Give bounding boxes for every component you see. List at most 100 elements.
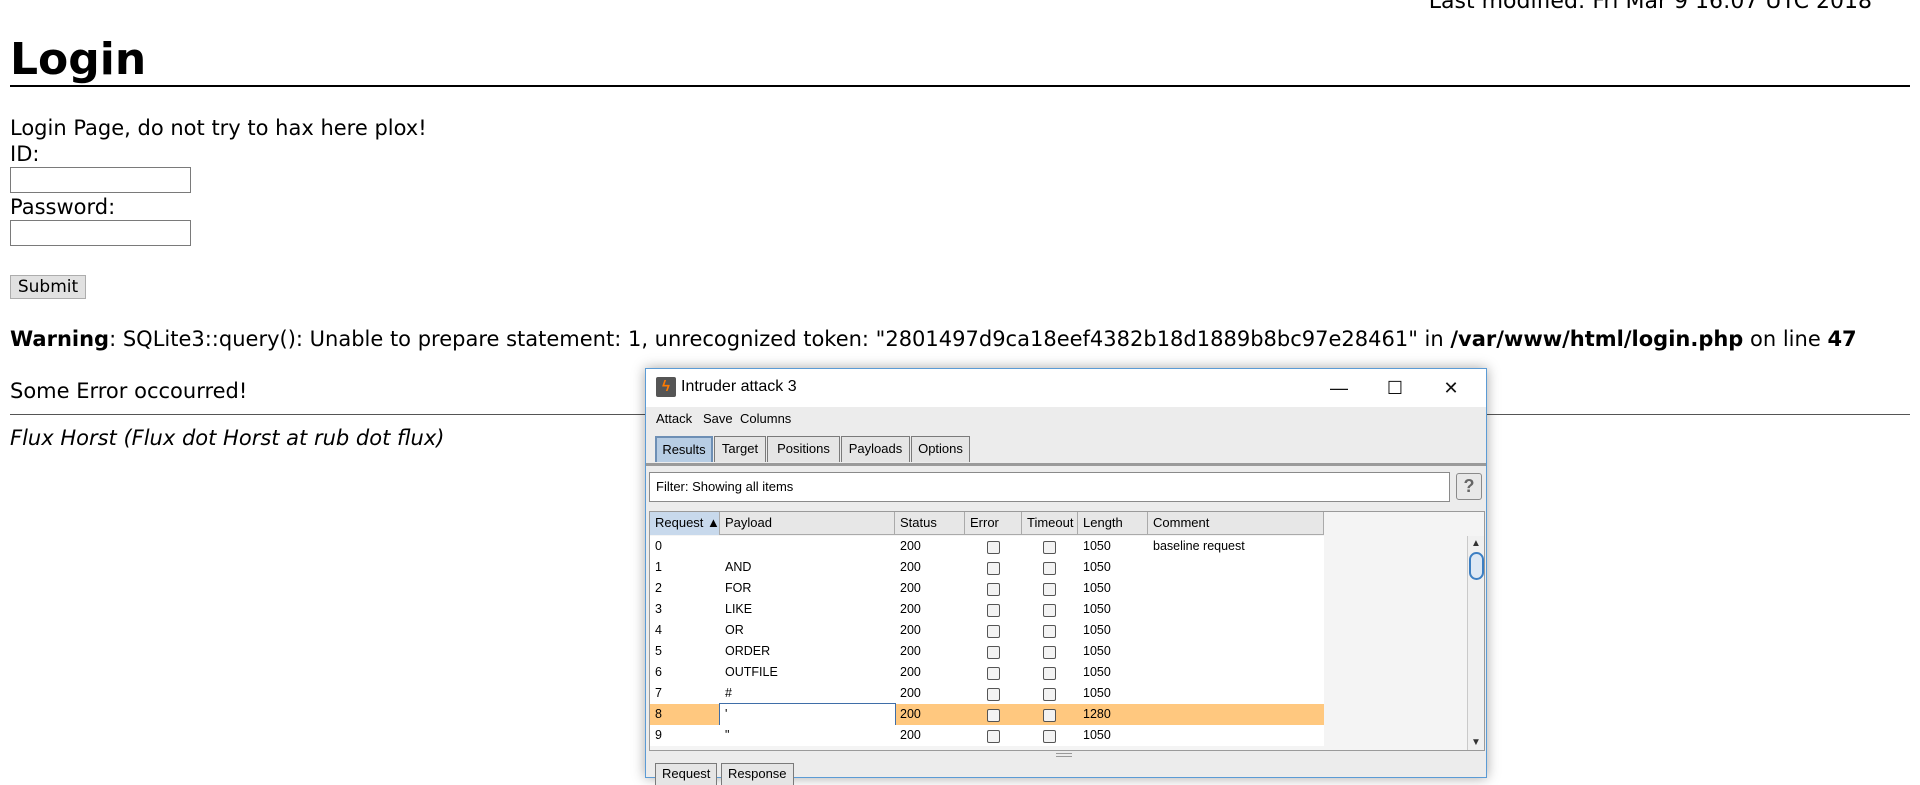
timeout-checkbox: [1043, 625, 1056, 638]
pane-splitter[interactable]: [1056, 753, 1072, 757]
cell-length: 1050: [1083, 560, 1111, 574]
menu-save[interactable]: Save: [703, 411, 733, 426]
cell-length: 1050: [1083, 539, 1111, 553]
column-length[interactable]: Length: [1078, 512, 1148, 535]
warning-line-number: 47: [1827, 327, 1857, 351]
minimize-icon[interactable]: —: [1310, 369, 1368, 407]
tab-options[interactable]: Options: [911, 436, 970, 462]
column-comment[interactable]: Comment: [1148, 512, 1324, 535]
error-checkbox: [987, 541, 1000, 554]
timeout-checkbox: [1043, 646, 1056, 659]
cell-length: 1280: [1083, 707, 1111, 721]
last-modified-text: Last modified: Fri Mar 9 16:07 UTC 2018: [1428, 0, 1872, 14]
table-header: Request ▲ Payload Status Error Timeout L…: [650, 512, 1324, 535]
timeout-checkbox: [1043, 541, 1056, 554]
table-row[interactable]: 5 ORDER 200 1050: [650, 641, 1324, 662]
menu-columns[interactable]: Columns: [740, 411, 791, 426]
cell-payload: #: [725, 686, 732, 700]
cell-status: 200: [900, 602, 921, 616]
table-row[interactable]: 0 200 1050 baseline request: [650, 536, 1324, 557]
cell-length: 1050: [1083, 602, 1111, 616]
cell-length: 1050: [1083, 644, 1111, 658]
cell-comment: [1148, 725, 1324, 746]
signature: Flux Horst (Flux dot Horst at rub dot fl…: [10, 426, 445, 450]
cell-comment: [1148, 599, 1324, 620]
scroll-thumb[interactable]: [1469, 552, 1484, 580]
tab-positions[interactable]: Positions: [767, 436, 840, 462]
cell-status: 200: [900, 686, 921, 700]
error-checkbox: [987, 625, 1000, 638]
page-title: Login: [10, 34, 147, 85]
table-row[interactable]: 2 FOR 200 1050: [650, 578, 1324, 599]
cell-comment: [1148, 704, 1324, 725]
table-row[interactable]: 3 LIKE 200 1050: [650, 599, 1324, 620]
submit-button[interactable]: Submit: [10, 275, 86, 299]
cell-status: 200: [900, 728, 921, 742]
tab-response[interactable]: Response: [721, 763, 794, 785]
column-timeout[interactable]: Timeout: [1022, 512, 1078, 535]
tab-payloads[interactable]: Payloads: [841, 436, 910, 462]
vertical-scrollbar[interactable]: ▲ ▼: [1467, 536, 1484, 750]
column-status[interactable]: Status: [895, 512, 965, 535]
warning-label: Warning: [10, 327, 110, 351]
cell-payload: LIKE: [725, 602, 753, 616]
timeout-checkbox: [1043, 709, 1056, 722]
table-row[interactable]: 8 ' 200 1280: [650, 703, 1324, 726]
password-input[interactable]: [10, 220, 191, 246]
cell-request: 7: [655, 686, 662, 700]
timeout-checkbox: [1043, 562, 1056, 575]
help-icon[interactable]: ?: [1456, 473, 1482, 500]
cell-status: 200: [900, 581, 921, 595]
cell-comment: baseline request: [1153, 539, 1245, 553]
table-row[interactable]: 1 AND 200 1050: [650, 557, 1324, 578]
timeout-checkbox: [1043, 667, 1056, 680]
cell-comment: [1148, 557, 1324, 578]
column-error[interactable]: Error: [965, 512, 1022, 535]
tab-request[interactable]: Request: [655, 763, 718, 785]
tab-target[interactable]: Target: [714, 436, 766, 462]
cell-request: 3: [655, 602, 662, 616]
menu-bar: Attack Save Columns: [646, 407, 1486, 429]
timeout-checkbox: [1043, 583, 1056, 596]
tab-results[interactable]: Results: [655, 436, 713, 462]
cell-length: 1050: [1083, 581, 1111, 595]
scroll-down-icon[interactable]: ▼: [1470, 737, 1482, 748]
sql-warning: Warning: SQLite3::query(): Unable to pre…: [10, 326, 1857, 352]
cell-payload: ': [719, 703, 896, 726]
cell-payload: FOR: [725, 581, 752, 595]
table-row[interactable]: 6 OUTFILE 200 1050: [650, 662, 1324, 683]
error-checkbox: [987, 667, 1000, 680]
cell-comment: [1148, 683, 1324, 704]
scroll-up-icon[interactable]: ▲: [1470, 538, 1482, 549]
cell-comment: [1148, 620, 1324, 641]
filter-bar[interactable]: Filter: Showing all items: [649, 472, 1450, 502]
divider: [10, 85, 1910, 87]
column-payload[interactable]: Payload: [720, 512, 895, 535]
menu-attack[interactable]: Attack: [656, 411, 692, 426]
results-table: Request ▲ Payload Status Error Timeout L…: [649, 511, 1485, 751]
cell-status: 200: [900, 539, 921, 553]
table-row[interactable]: 9 " 200 1050: [650, 725, 1324, 746]
maximize-icon[interactable]: ☐: [1366, 369, 1424, 407]
window-titlebar[interactable]: ϟ Intruder attack 3 — ☐ ✕: [646, 369, 1486, 407]
table-row[interactable]: 7 #200 1050: [650, 683, 1324, 704]
timeout-checkbox: [1043, 730, 1056, 743]
cell-status: 200: [900, 623, 921, 637]
cell-comment: [1148, 641, 1324, 662]
cell-payload: ": [725, 728, 730, 742]
close-icon[interactable]: ✕: [1422, 369, 1480, 407]
password-label: Password:: [10, 195, 116, 219]
error-checkbox: [987, 562, 1000, 575]
cell-length: 1050: [1083, 665, 1111, 679]
table-row[interactable]: 4 OR 200 1050: [650, 620, 1324, 641]
id-input[interactable]: [10, 167, 191, 193]
cell-request: 0: [655, 539, 662, 553]
cell-payload: ORDER: [725, 644, 771, 658]
warning-file: /var/www/html/login.php: [1450, 327, 1744, 351]
cell-length: 1050: [1083, 728, 1111, 742]
cell-payload: OR: [725, 623, 744, 637]
cell-request: 8: [655, 707, 662, 721]
cell-request: 9: [655, 728, 662, 742]
column-request[interactable]: Request ▲: [650, 512, 720, 535]
cell-payload: [720, 536, 895, 557]
